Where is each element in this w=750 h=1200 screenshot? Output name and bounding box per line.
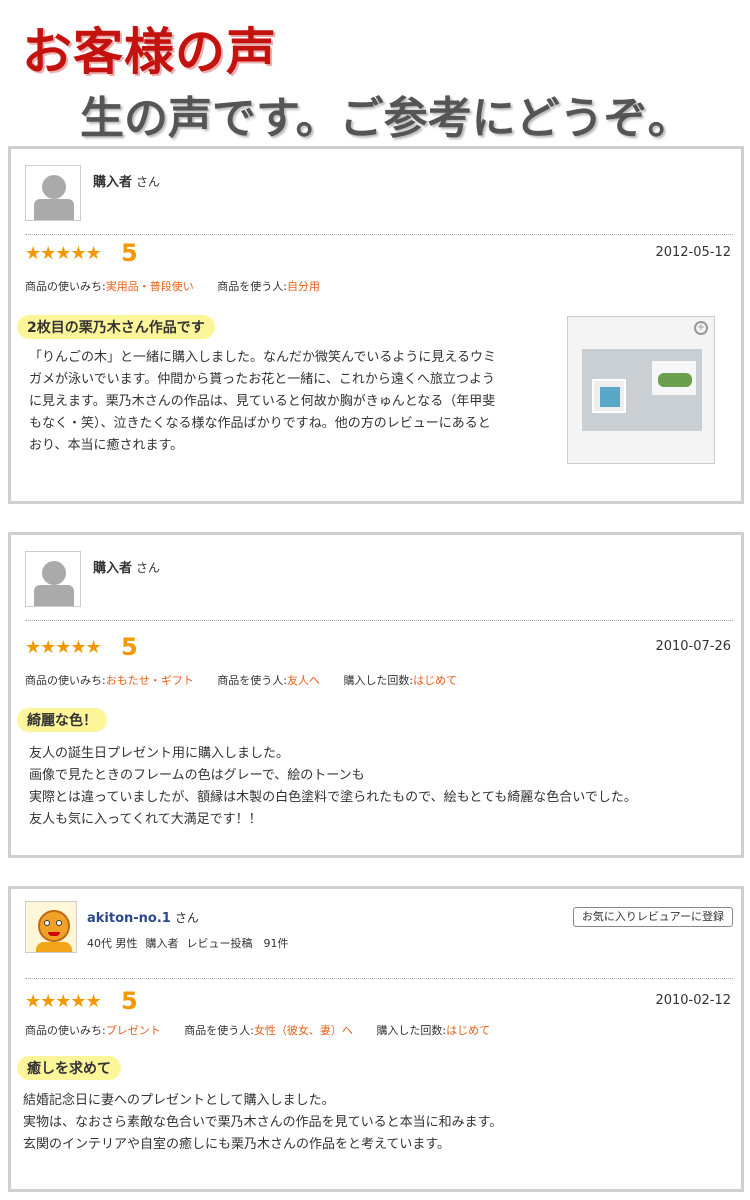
review-body-line: に見えます。栗乃木さんの作品は、見ていると何故か胸がきゅんとなる（年甲斐 <box>29 394 496 409</box>
meta-user: 商品を使う人:自分用 <box>217 280 320 293</box>
reviewer-row: 購入者 さん <box>25 165 733 235</box>
review-body-line: 実物は、なおさら素敵な色合いで栗乃木さんの作品を見ていると本当に和みます。 <box>23 1115 503 1130</box>
review-body-line: 「りんごの木」と一緒に購入しました。なんだか微笑んでいるように見えるウミ <box>29 350 496 365</box>
page-title: お客様の声 <box>22 23 277 81</box>
review-body-line: 友人の誕生日プレゼント用に購入しました。 <box>29 746 290 761</box>
star-rating-icon: ★★★★★ <box>25 991 102 1012</box>
review-body-line: もなく・笑）、泣きたくなる様な作品ばかりですね。他の方のレビューにあると <box>29 416 491 431</box>
reviewer-name-link[interactable]: akiton-no.1 <box>87 911 171 926</box>
review-body: 友人の誕生日プレゼント用に購入しました。 画像で見たときのフレームの色はグレーで… <box>29 743 729 831</box>
rating-score: 5 <box>121 987 138 1015</box>
meta-usage: 商品の使いみち:実用品・普段使い <box>25 280 194 293</box>
meta-value-link[interactable]: はじめて <box>446 1024 490 1037</box>
avatar-body <box>34 585 74 606</box>
review-date: 2010-02-12 <box>655 993 731 1008</box>
review-body-line: 結婚記念日に妻へのプレゼントとして購入しました。 <box>23 1093 335 1108</box>
avatar[interactable] <box>25 901 77 953</box>
review-photo-thumbnail[interactable]: + <box>567 316 715 464</box>
avatar-head <box>42 175 66 199</box>
meta-label: 商品の使いみち: <box>25 280 106 293</box>
reviewer-age-gender: 40代 男性 <box>87 937 138 950</box>
rating-line: ★★★★★ 5 2010-02-12 <box>25 987 731 1017</box>
avatar-head <box>42 561 66 585</box>
meta-user: 商品を使う人:友人へ <box>217 674 320 687</box>
review-body-line: ガメが泳いでいます。仲間から貰ったお花と一緒に、これから遠くへ旅立つよう <box>29 372 495 387</box>
star-rating-icon: ★★★★★ <box>25 637 102 658</box>
meta-label: 購入した回数: <box>376 1024 447 1037</box>
reviewer-row: 購入者 さん <box>25 551 733 621</box>
reviewer-honorific: さん <box>174 911 199 925</box>
reviewer-name: 購入者 さん <box>93 557 160 576</box>
photo-frame-sea <box>592 379 626 413</box>
review-body-line: おり、本当に癒されます。 <box>29 438 184 453</box>
meta-label: 商品を使う人: <box>217 674 287 687</box>
meta-value-link[interactable]: 自分用 <box>287 280 320 293</box>
review-body: 結婚記念日に妻へのプレゼントとして購入しました。 実物は、なおさら素敵な色合いで… <box>23 1090 733 1156</box>
review-card: 購入者 さん ★★★★★ 5 2010-07-26 商品の使いみち:おもたせ・ギフ… <box>8 532 744 858</box>
avatar-eye <box>56 920 62 926</box>
reviewer-honorific: さん <box>136 561 161 575</box>
review-meta: 商品の使いみち:プレゼント 商品を使う人:女性（彼女、妻）へ 購入した回数:はじ… <box>25 1022 731 1038</box>
review-headline: 綺麗な色！ <box>17 708 107 732</box>
meta-value-link[interactable]: はじめて <box>413 674 457 687</box>
rating-line: ★★★★★ 5 2012-05-12 <box>25 239 731 269</box>
avatar <box>25 165 81 221</box>
meta-label: 商品を使う人: <box>184 1024 254 1037</box>
meta-value-link[interactable]: プレゼント <box>106 1024 161 1037</box>
review-date: 2012-05-12 <box>655 245 731 260</box>
reviewer-name-text: 購入者 <box>93 175 133 190</box>
reviewer-honorific: さん <box>136 175 161 189</box>
meta-count: 購入した回数:はじめて <box>376 1024 490 1037</box>
review-body-line: 画像で見たときのフレームの色はグレーで、絵のトーンも <box>29 768 365 783</box>
avatar <box>25 551 81 607</box>
rating-score: 5 <box>121 633 138 661</box>
review-body-line: 玄関のインテリアや自室の癒しにも栗乃木さんの作品をと考えています。 <box>23 1137 451 1152</box>
review-headline: 2枚目の栗乃木さん作品です <box>17 315 215 339</box>
zoom-icon[interactable]: + <box>694 321 708 335</box>
avatar-eye <box>44 920 50 926</box>
reviewer-row: akiton-no.1 さん 40代 男性 購入者 レビュー投稿 91件 お気に入りレ… <box>25 901 733 979</box>
reviewer-name-text: 購入者 <box>93 561 133 576</box>
meta-count: 購入した回数:はじめて <box>343 674 457 687</box>
meta-value-link[interactable]: おもたせ・ギフト <box>106 674 194 687</box>
review-body: 「りんごの木」と一緒に購入しました。なんだか微笑んでいるように見えるウミ ガメが… <box>29 347 549 457</box>
review-meta: 商品の使いみち:おもたせ・ギフト 商品を使う人:友人へ 購入した回数:はじめて <box>25 672 731 688</box>
meta-label: 商品を使う人: <box>217 280 287 293</box>
review-body-line: 友人も気に入ってくれて大満足です！！ <box>29 812 262 827</box>
photo-frame-plant <box>652 361 696 395</box>
meta-value-link[interactable]: 友人へ <box>287 674 320 687</box>
meta-value-link[interactable]: 実用品・普段使い <box>106 280 194 293</box>
review-photo <box>582 349 702 431</box>
rating-line: ★★★★★ 5 2010-07-26 <box>25 633 731 663</box>
review-date: 2010-07-26 <box>655 639 731 654</box>
reviewer-type: 購入者 <box>145 937 179 950</box>
favorite-reviewer-button[interactable]: お気に入りレビュアーに登録 <box>572 907 733 927</box>
star-rating-icon: ★★★★★ <box>25 243 102 264</box>
meta-label: 商品の使いみち: <box>25 674 106 687</box>
page-subtitle: 生の声です。ご参考にどうぞ。 <box>80 93 692 144</box>
avatar-body <box>34 199 74 220</box>
meta-user: 商品を使う人:女性（彼女、妻）へ <box>184 1024 353 1037</box>
rating-score: 5 <box>121 239 138 267</box>
review-card: 購入者 さん ★★★★★ 5 2012-05-12 商品の使いみち:実用品・普段使… <box>8 146 744 504</box>
review-headline: 癒しを求めて <box>17 1056 121 1080</box>
reviewer-review-count: レビュー投稿 91件 <box>186 937 289 950</box>
review-card: akiton-no.1 さん 40代 男性 購入者 レビュー投稿 91件 お気に入りレ… <box>8 886 744 1192</box>
meta-usage: 商品の使いみち:おもたせ・ギフト <box>25 674 194 687</box>
reviewer-name: 購入者 さん <box>93 171 160 190</box>
reviewer-profile: 40代 男性 購入者 レビュー投稿 91件 <box>87 935 297 951</box>
avatar-shirt <box>36 942 72 952</box>
avatar-face <box>38 910 70 942</box>
meta-usage: 商品の使いみち:プレゼント <box>25 1024 161 1037</box>
reviewer-name: akiton-no.1 さん <box>87 909 199 926</box>
review-body-line: 実際とは違っていましたが、額縁は木製の白色塗料で塗られたもので、絵もとても綺麗な… <box>29 790 637 805</box>
review-meta: 商品の使いみち:実用品・普段使い 商品を使う人:自分用 <box>25 278 731 294</box>
meta-label: 商品の使いみち: <box>25 1024 106 1037</box>
meta-label: 購入した回数: <box>343 674 414 687</box>
meta-value-link[interactable]: 女性（彼女、妻）へ <box>254 1024 353 1037</box>
